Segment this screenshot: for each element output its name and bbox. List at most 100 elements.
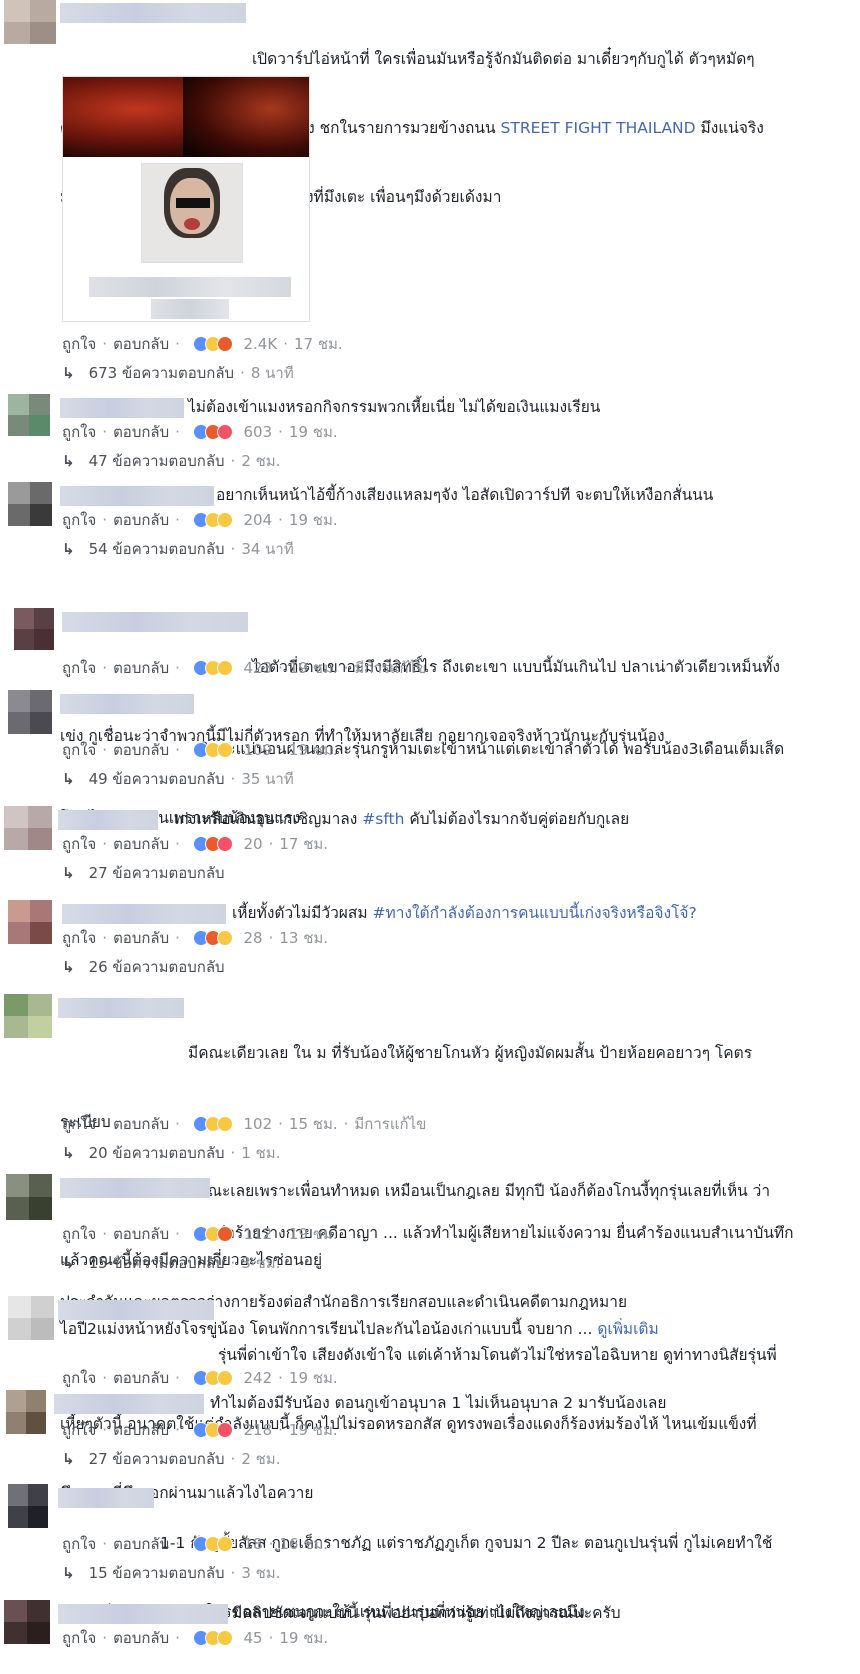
timestamp[interactable]: 19 ชม.: [289, 421, 338, 443]
timestamp[interactable]: 13 ชม.: [279, 927, 328, 949]
timestamp[interactable]: 19 ชม.: [289, 739, 338, 761]
reaction-icons[interactable]: [192, 741, 237, 759]
reply-link[interactable]: ตอบกลับ: [113, 739, 169, 761]
avatar[interactable]: [8, 482, 52, 526]
reaction-icons[interactable]: [192, 1421, 237, 1439]
reply-link[interactable]: ตอบกลับ: [113, 421, 169, 443]
reaction-count[interactable]: 20: [243, 833, 262, 855]
edited-label[interactable]: มีการแก้ไข: [354, 1113, 426, 1135]
commenter-name[interactable]: [58, 1604, 228, 1624]
reaction-count[interactable]: 218: [243, 1419, 272, 1441]
reaction-icons[interactable]: [192, 423, 237, 441]
reply-link[interactable]: ตอบกลับ: [113, 833, 169, 855]
replies-count[interactable]: 673 ข้อความตอบกลับ: [89, 364, 235, 382]
view-replies[interactable]: ↳ 27 ข้อความตอบกลับ: [62, 862, 225, 884]
view-replies[interactable]: ↳ 673 ข้อความตอบกลับ · 8 นาที: [62, 362, 294, 384]
reaction-icons[interactable]: [192, 1115, 237, 1133]
avatar[interactable]: [8, 1296, 54, 1340]
reaction-count[interactable]: 28: [243, 927, 262, 949]
reaction-count[interactable]: 2.4K: [243, 333, 277, 355]
replies-count[interactable]: 27 ข้อความตอบกลับ: [89, 1450, 225, 1468]
reaction-icons[interactable]: [192, 1225, 237, 1243]
like-link[interactable]: ถูกใจ: [62, 657, 96, 679]
reaction-icons[interactable]: [192, 1369, 237, 1387]
commenter-name[interactable]: [54, 1394, 204, 1414]
reaction-count[interactable]: 603: [243, 421, 272, 443]
reaction-count[interactable]: 112: [243, 1223, 272, 1245]
avatar[interactable]: [4, 994, 52, 1038]
reaction-count[interactable]: 45: [243, 1627, 262, 1649]
hashtag-link[interactable]: #ทางใต้กำลังต้องการคนแบบนี้เก่งจริงหรือจ…: [372, 904, 696, 922]
hashtag-link[interactable]: STREET FIGHT THAILAND: [501, 119, 696, 137]
view-replies[interactable]: ↳ 27 ข้อความตอบกลับ · 2 ชม.: [62, 1448, 280, 1470]
timestamp[interactable]: 16 ชม.: [279, 1533, 328, 1555]
view-replies[interactable]: ↳ 15 ข้อความตอบกลับ · 3 ชม.: [62, 1252, 280, 1274]
view-replies[interactable]: ↳ 49 ข้อความตอบกลับ · 35 นาที: [62, 768, 294, 790]
replies-count[interactable]: 20 ข้อความตอบกลับ: [89, 1144, 225, 1162]
view-replies[interactable]: ↳ 20 ข้อความตอบกลับ · 1 ชม.: [62, 1142, 280, 1164]
reaction-icons[interactable]: [192, 835, 237, 853]
view-replies[interactable]: ↳ 26 ข้อความตอบกลับ: [62, 956, 225, 978]
reply-link[interactable]: ตอบกลับ: [113, 1223, 169, 1245]
reaction-count[interactable]: 102: [243, 1113, 272, 1135]
timestamp[interactable]: 19 ชม.: [289, 1419, 338, 1441]
avatar[interactable]: [8, 690, 52, 734]
avatar[interactable]: [4, 0, 56, 44]
like-link[interactable]: ถูกใจ: [62, 333, 96, 355]
replies-count[interactable]: 15 ข้อความตอบกลับ: [89, 1254, 225, 1272]
avatar[interactable]: [14, 608, 54, 650]
reply-link[interactable]: ตอบกลับ: [113, 1533, 169, 1555]
view-replies[interactable]: ↳ 15 ข้อความตอบกลับ · 3 ชม.: [62, 1562, 280, 1584]
timestamp[interactable]: 17 ชม.: [279, 833, 328, 855]
reaction-count[interactable]: 109: [243, 739, 272, 761]
reply-link[interactable]: ตอบกลับ: [113, 927, 169, 949]
like-link[interactable]: ถูกใจ: [62, 1223, 96, 1245]
replies-count[interactable]: 27 ข้อความตอบกลับ: [89, 864, 225, 882]
like-link[interactable]: ถูกใจ: [62, 421, 96, 443]
timestamp[interactable]: 19 ชม.: [289, 1367, 338, 1389]
like-link[interactable]: ถูกใจ: [62, 739, 96, 761]
commenter-name[interactable]: [58, 810, 158, 830]
attached-image[interactable]: [62, 76, 310, 322]
reaction-icons[interactable]: [192, 335, 237, 353]
reaction-count[interactable]: 423: [243, 657, 272, 679]
like-link[interactable]: ถูกใจ: [62, 1533, 96, 1555]
like-link[interactable]: ถูกใจ: [62, 1419, 96, 1441]
replies-count[interactable]: 54 ข้อความตอบกลับ: [89, 540, 225, 558]
timestamp[interactable]: 17 ชม.: [294, 333, 343, 355]
replies-count[interactable]: 26 ข้อความตอบกลับ: [89, 958, 225, 976]
reply-link[interactable]: ตอบกลับ: [113, 657, 169, 679]
view-replies[interactable]: ↳ 47 ข้อความตอบกลับ · 2 ชม.: [62, 450, 280, 472]
avatar[interactable]: [8, 900, 52, 944]
reaction-icons[interactable]: [192, 1535, 237, 1553]
replies-count[interactable]: 15 ข้อความตอบกลับ: [89, 1564, 225, 1582]
hashtag-link[interactable]: #sfth: [362, 810, 404, 828]
reaction-icons[interactable]: [192, 659, 237, 677]
timestamp[interactable]: 19 ชม.: [279, 1627, 328, 1649]
like-link[interactable]: ถูกใจ: [62, 1367, 96, 1389]
like-link[interactable]: ถูกใจ: [62, 927, 96, 949]
reaction-count[interactable]: 204: [243, 509, 272, 531]
avatar[interactable]: [4, 806, 52, 850]
reply-link[interactable]: ตอบกลับ: [113, 1113, 169, 1135]
commenter-name[interactable]: [60, 398, 184, 418]
reply-link[interactable]: ตอบกลับ: [113, 509, 169, 531]
avatar[interactable]: [6, 1174, 52, 1220]
replies-count[interactable]: 49 ข้อความตอบกลับ: [89, 770, 225, 788]
replies-count[interactable]: 47 ข้อความตอบกลับ: [89, 452, 225, 470]
timestamp[interactable]: 19 ชม.: [289, 509, 338, 531]
commenter-name[interactable]: [62, 904, 226, 924]
avatar[interactable]: [8, 394, 50, 436]
reaction-icons[interactable]: [192, 511, 237, 529]
reply-link[interactable]: ตอบกลับ: [113, 1367, 169, 1389]
reply-link[interactable]: ตอบกลับ: [113, 1627, 169, 1649]
reaction-count[interactable]: 242: [243, 1367, 272, 1389]
timestamp[interactable]: 15 ชม.: [289, 1113, 338, 1135]
reply-link[interactable]: ตอบกลับ: [113, 1419, 169, 1441]
like-link[interactable]: ถูกใจ: [62, 1627, 96, 1649]
edited-label[interactable]: มีการแก้ไข: [354, 657, 426, 679]
reaction-icons[interactable]: [192, 929, 237, 947]
avatar[interactable]: [8, 1484, 48, 1528]
avatar[interactable]: [4, 1600, 50, 1644]
timestamp[interactable]: 19 ชม.: [289, 657, 338, 679]
